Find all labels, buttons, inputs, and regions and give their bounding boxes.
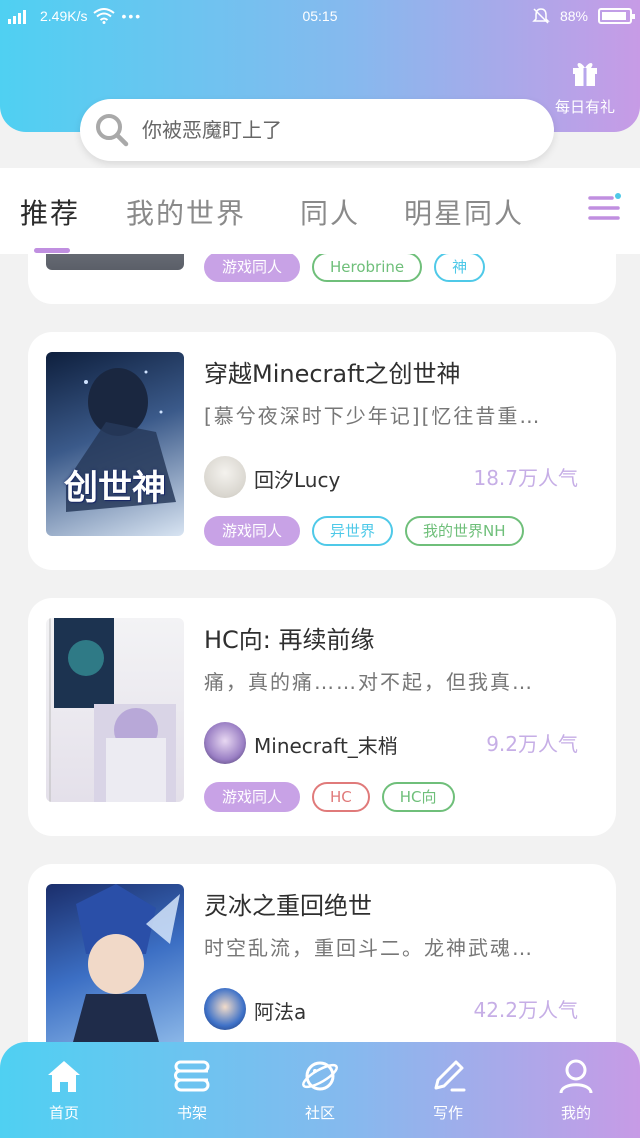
nav-label: 首页	[48, 1104, 79, 1122]
nav-bookshelf[interactable]: 书架	[128, 1042, 256, 1138]
book-cover	[46, 254, 184, 270]
book-card[interactable]: 创世神 穿越Minecraft之创世神 [慕兮夜深时下少年记][忆往昔重… 回汐…	[28, 332, 616, 570]
tab-fan-fiction[interactable]: 同人	[300, 192, 360, 232]
cover-art	[73, 884, 180, 1042]
home-icon	[48, 1061, 80, 1092]
tag-list: 游戏同人 HC HC向	[204, 782, 455, 812]
tag-list: 游戏同人 异世界 我的世界NH	[204, 516, 524, 546]
tag[interactable]: HC	[312, 782, 370, 812]
category-menu-icon[interactable]	[586, 190, 622, 226]
book-card[interactable]: 灵冰之重回绝世 时空乱流，重回斗二。龙神武魂… 阿法a 42.2万人气	[28, 864, 616, 1042]
popularity-count: 9.2万人气	[486, 732, 578, 756]
mute-bell-icon	[532, 8, 550, 24]
tab-minecraft[interactable]: 我的世界	[126, 192, 246, 232]
author-name[interactable]: 阿法a	[254, 996, 306, 1025]
planet-icon	[302, 1061, 338, 1091]
book-description: 痛，真的痛……对不起，但我真…	[204, 670, 534, 694]
book-title[interactable]: 灵冰之重回绝世	[204, 886, 372, 921]
bookshelf-icon	[174, 1060, 210, 1092]
tab-recommended[interactable]: 推荐	[20, 192, 80, 232]
book-card[interactable]: HC向: 再续前缘 痛，真的痛……对不起，但我真… Minecraft_末梢 9…	[28, 598, 616, 836]
book-title[interactable]: 穿越Minecraft之创世神	[204, 354, 461, 389]
cover-title: 创世神	[64, 468, 166, 508]
tag-list: 游戏同人 Herobrine 神	[204, 254, 486, 282]
nav-label: 社区	[304, 1104, 335, 1122]
nav-label: 书架	[176, 1104, 207, 1122]
book-cover	[46, 884, 184, 1042]
book-feed[interactable]: 游戏同人 Herobrine 神 创世神 穿越Minecraft之创世神 [慕兮…	[0, 254, 640, 1042]
nav-label: 我的	[560, 1104, 591, 1122]
search-input[interactable]	[142, 118, 522, 142]
nav-community[interactable]: 社区	[256, 1042, 384, 1138]
nav-home[interactable]: 首页	[0, 1042, 128, 1138]
book-cover	[46, 618, 184, 802]
active-tab-indicator	[34, 248, 70, 253]
cover-art	[49, 618, 176, 802]
tag[interactable]: 游戏同人	[204, 254, 301, 282]
status-right: 88%	[532, 7, 635, 25]
category-tabs: 推荐 我的世界 同人 明星同人	[0, 168, 640, 254]
nav-profile[interactable]: 我的	[512, 1042, 640, 1138]
popularity-count: 18.7万人气	[473, 466, 578, 490]
book-title[interactable]: HC向: 再续前缘	[204, 620, 375, 655]
avatar[interactable]	[204, 722, 246, 764]
tag[interactable]: Herobrine	[312, 254, 423, 282]
avatar[interactable]	[204, 456, 246, 498]
avatar[interactable]	[204, 988, 246, 1030]
user-icon	[559, 1059, 593, 1094]
gift-icon	[573, 63, 597, 86]
popularity-count: 42.2万人气	[473, 998, 578, 1022]
pencil-icon	[434, 1060, 466, 1092]
search-bar[interactable]	[80, 99, 554, 161]
book-card-partial[interactable]: 游戏同人 Herobrine 神	[28, 254, 616, 304]
author-name[interactable]: Minecraft_末梢	[254, 730, 398, 759]
tag[interactable]: 我的世界NH	[405, 516, 524, 546]
tag[interactable]: 游戏同人	[204, 516, 301, 546]
nav-label: 写作	[432, 1104, 463, 1122]
gift-label: 每日有礼	[554, 98, 615, 116]
bottom-navigation: 首页 书架 社区 写作 我的	[0, 1042, 640, 1138]
author-name[interactable]: 回汐Lucy	[254, 464, 340, 493]
nav-write[interactable]: 写作	[384, 1042, 512, 1138]
tag[interactable]: HC向	[381, 782, 455, 812]
tag[interactable]: 游戏同人	[204, 782, 301, 812]
tab-celebrity-fan-fiction[interactable]: 明星同人	[404, 192, 524, 232]
tag[interactable]: 异世界	[312, 516, 394, 546]
book-description: [慕兮夜深时下少年记][忆往昔重…	[204, 404, 542, 428]
search-icon	[96, 114, 129, 147]
book-cover: 创世神	[46, 352, 184, 536]
daily-gift-button[interactable]: 每日有礼	[546, 58, 624, 117]
tag[interactable]: 神	[434, 254, 486, 282]
book-description: 时空乱流，重回斗二。龙神武魂…	[204, 936, 534, 960]
status-bar: 2.49K/s ••• 05:15 88%	[0, 0, 640, 34]
battery-icon	[598, 8, 635, 24]
battery-percent: 88%	[559, 8, 588, 24]
